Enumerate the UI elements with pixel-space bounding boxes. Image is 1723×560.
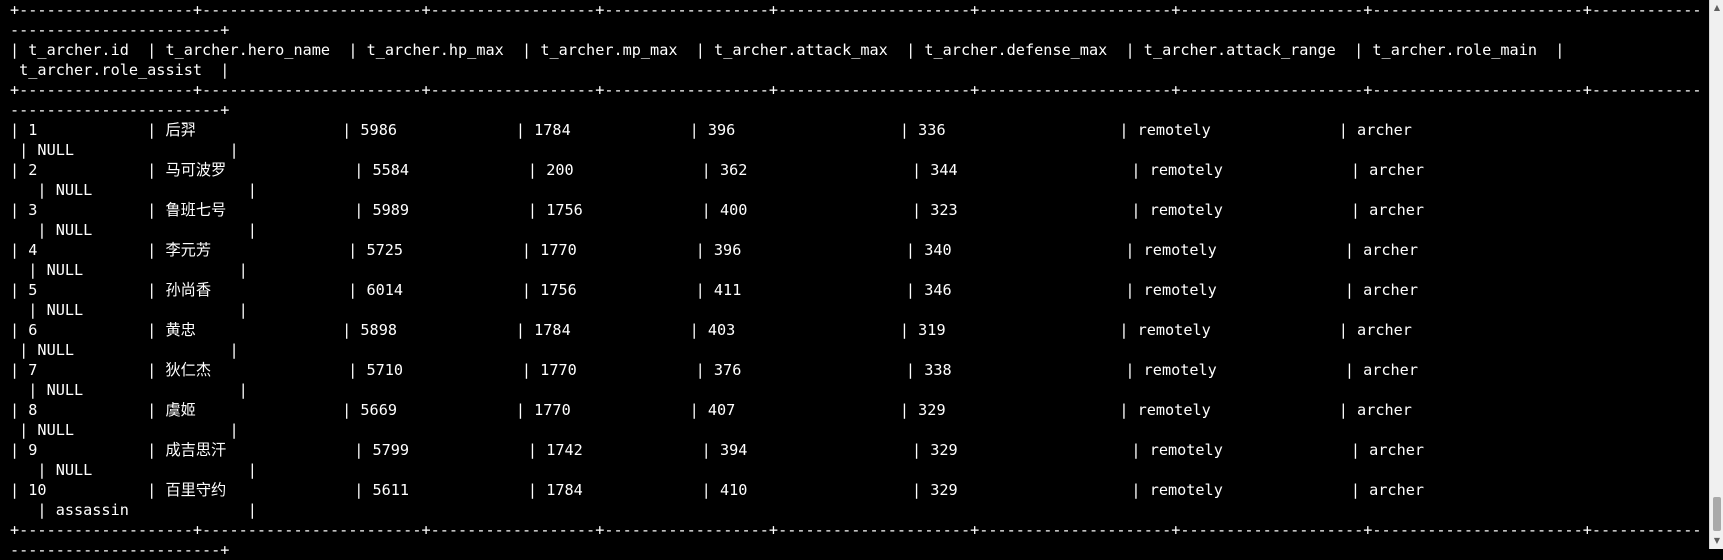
- terminal-line: | NULL |: [10, 341, 239, 359]
- terminal-line: | 1 | 后羿 | 5986 | 1784 | 396 | 336 | rem…: [10, 121, 1412, 139]
- terminal-line: +-------------------+-------------------…: [10, 81, 1699, 99]
- terminal-line: | 4 | 李元芳 | 5725 | 1770 | 396 | 340 | re…: [10, 241, 1418, 259]
- terminal-line: | t_archer.id | t_archer.hero_name | t_a…: [10, 41, 1565, 59]
- terminal-line: +-------------------+-------------------…: [10, 521, 1699, 539]
- vertical-scrollbar[interactable]: ▲ ▼: [1709, 0, 1723, 549]
- scroll-down-arrow-icon[interactable]: ▼: [1710, 533, 1723, 549]
- terminal-line: | assassin |: [10, 501, 257, 519]
- terminal-line: | 3 | 鲁班七号 | 5989 | 1756 | 400 | 323 | r…: [10, 201, 1425, 219]
- terminal-line: | 7 | 狄仁杰 | 5710 | 1770 | 376 | 338 | re…: [10, 361, 1418, 379]
- scroll-up-arrow-icon[interactable]: ▲: [1710, 0, 1723, 16]
- terminal-line: -----------------------+: [10, 541, 230, 559]
- terminal-line: t_archer.role_assist |: [10, 61, 230, 79]
- terminal-line: | 10 | 百里守约 | 5611 | 1784 | 410 | 329 | …: [10, 481, 1425, 499]
- scrollbar-thumb[interactable]: [1713, 497, 1721, 531]
- terminal-line: | NULL |: [10, 181, 257, 199]
- terminal-line: | 6 | 黄忠 | 5898 | 1784 | 403 | 319 | rem…: [10, 321, 1412, 339]
- terminal-line: | 8 | 虞姬 | 5669 | 1770 | 407 | 329 | rem…: [10, 401, 1412, 419]
- terminal-line: | NULL |: [10, 301, 248, 319]
- terminal-line: | NULL |: [10, 261, 248, 279]
- terminal-line: | NULL |: [10, 221, 257, 239]
- terminal-line: | NULL |: [10, 421, 239, 439]
- terminal-line: | NULL |: [10, 141, 239, 159]
- terminal-line: | NULL |: [10, 381, 248, 399]
- terminal-line: | 9 | 成吉思汗 | 5799 | 1742 | 394 | 329 | r…: [10, 441, 1425, 459]
- terminal-line: -----------------------+: [10, 21, 230, 39]
- terminal-line: -----------------------+: [10, 101, 230, 119]
- terminal-line: +-------------------+-------------------…: [10, 1, 1699, 19]
- terminal-output[interactable]: +-------------------+-------------------…: [10, 0, 1699, 560]
- terminal-line: | NULL |: [10, 461, 257, 479]
- terminal-line: | 5 | 孙尚香 | 6014 | 1756 | 411 | 346 | re…: [10, 281, 1418, 299]
- terminal-line: | 2 | 马可波罗 | 5584 | 200 | 362 | 344 | re…: [10, 161, 1425, 179]
